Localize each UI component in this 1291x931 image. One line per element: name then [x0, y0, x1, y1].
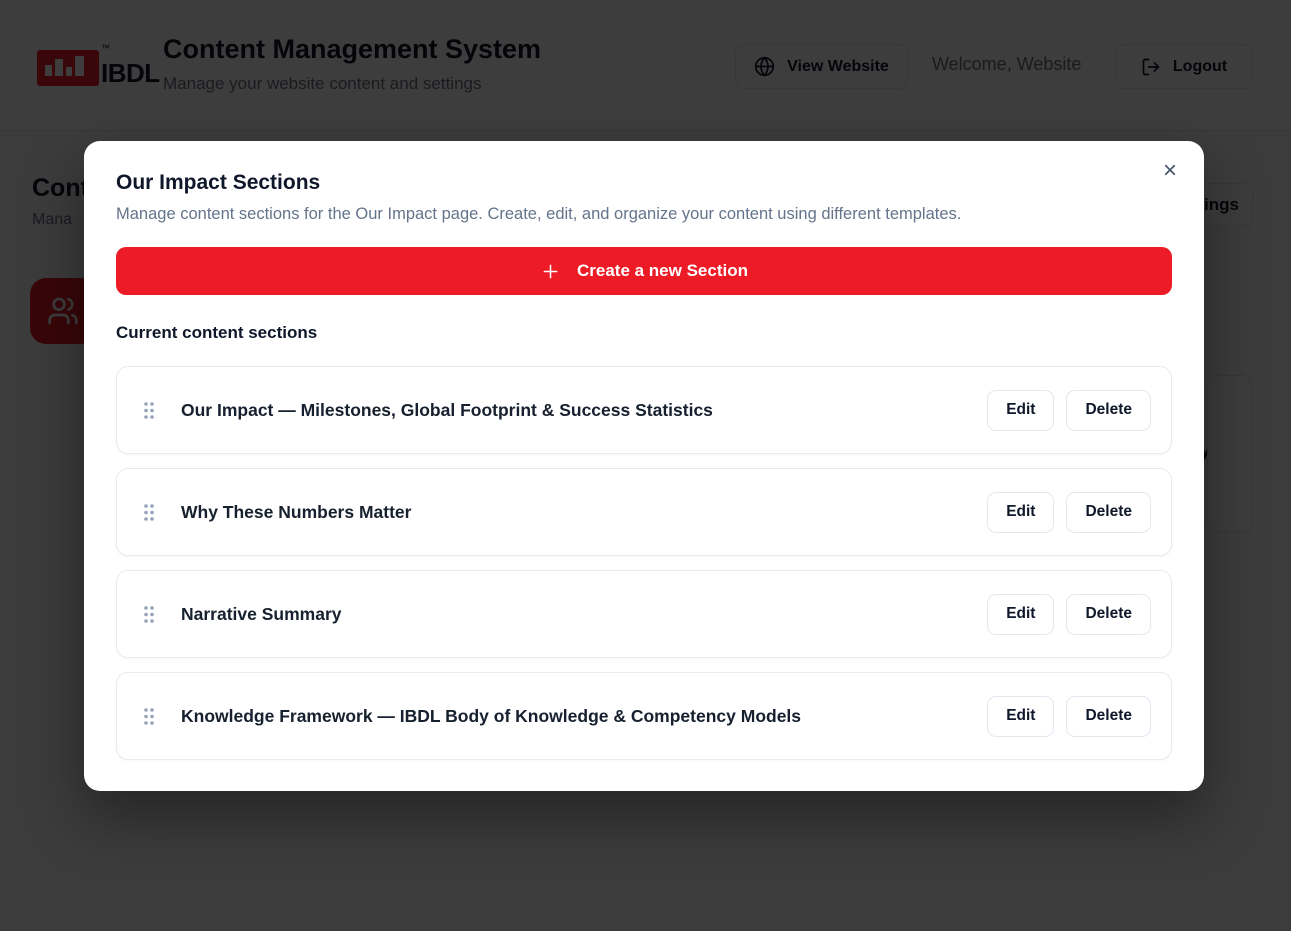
modal-title: Our Impact Sections	[116, 171, 1172, 195]
edit-button[interactable]: Edit	[987, 594, 1054, 635]
close-icon[interactable]: ×	[1154, 155, 1186, 187]
edit-button[interactable]: Edit	[987, 390, 1054, 431]
edit-button[interactable]: Edit	[987, 492, 1054, 533]
grip-dots-icon[interactable]	[143, 707, 155, 726]
create-section-label: Create a new Section	[577, 261, 748, 281]
modal-description: Manage content sections for the Our Impa…	[116, 205, 1172, 224]
section-title: Knowledge Framework — IBDL Body of Knowl…	[181, 706, 987, 727]
plus-icon	[540, 261, 561, 282]
section-title: Our Impact — Milestones, Global Footprin…	[181, 400, 987, 421]
delete-button[interactable]: Delete	[1066, 696, 1151, 737]
section-row: Why These Numbers Matter Edit Delete	[116, 468, 1172, 556]
sections-list: Our Impact — Milestones, Global Footprin…	[116, 366, 1172, 760]
section-title: Why These Numbers Matter	[181, 502, 987, 523]
grip-dots-icon[interactable]	[143, 605, 155, 624]
sections-modal: × Our Impact Sections Manage content sec…	[84, 141, 1204, 791]
screen: ™ IBDL Content Management System Manage …	[0, 0, 1291, 931]
section-row: Knowledge Framework — IBDL Body of Knowl…	[116, 672, 1172, 760]
create-section-button[interactable]: Create a new Section	[116, 247, 1172, 295]
list-heading: Current content sections	[116, 323, 1172, 343]
edit-button[interactable]: Edit	[987, 696, 1054, 737]
delete-button[interactable]: Delete	[1066, 492, 1151, 533]
section-row: Narrative Summary Edit Delete	[116, 570, 1172, 658]
grip-dots-icon[interactable]	[143, 503, 155, 522]
delete-button[interactable]: Delete	[1066, 594, 1151, 635]
delete-button[interactable]: Delete	[1066, 390, 1151, 431]
section-title: Narrative Summary	[181, 604, 987, 625]
grip-dots-icon[interactable]	[143, 401, 155, 420]
section-row: Our Impact — Milestones, Global Footprin…	[116, 366, 1172, 454]
